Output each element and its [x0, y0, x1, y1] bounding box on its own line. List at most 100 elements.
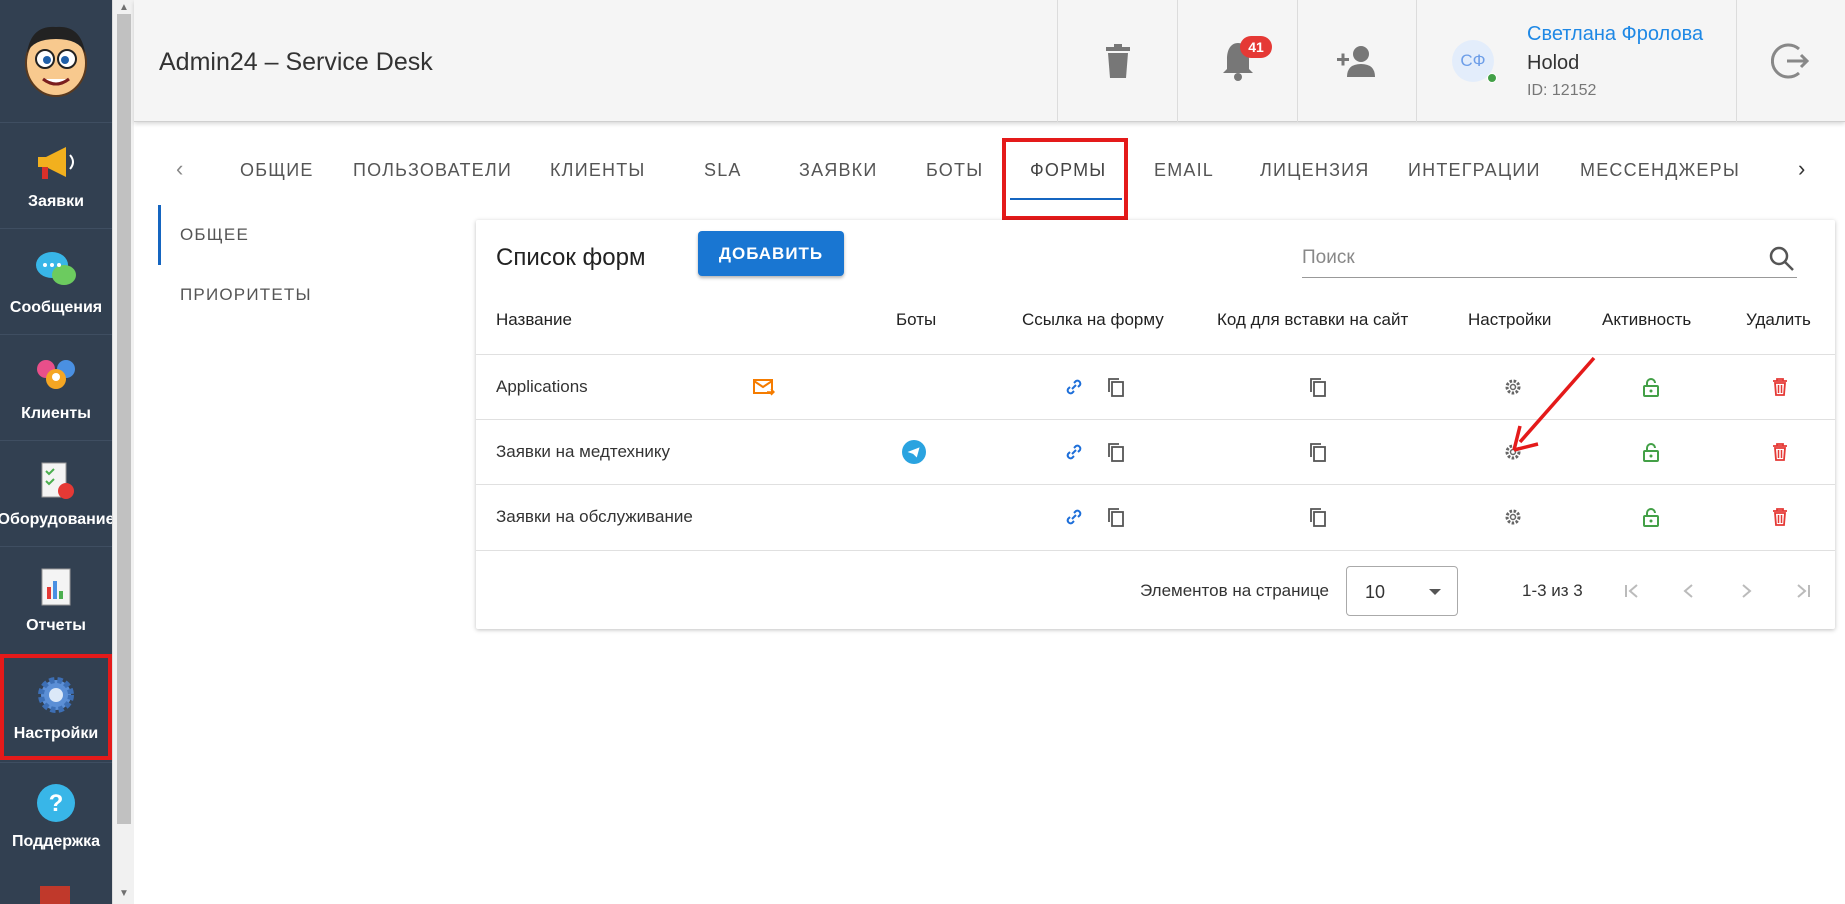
sidebar-item-label: Заявки	[28, 192, 84, 210]
tab-license[interactable]: ЛИЦЕНЗИЯ	[1260, 160, 1369, 181]
logout-button[interactable]	[1736, 0, 1845, 122]
link-icon[interactable]	[1062, 440, 1086, 464]
scroll-up-icon[interactable]: ▲	[117, 2, 131, 14]
tab-users[interactable]: ПОЛЬЗОВАТЕЛИ	[353, 160, 512, 181]
svg-text:?: ?	[49, 790, 64, 817]
gear-icon	[34, 673, 78, 717]
tab-tickets[interactable]: ЗАЯВКИ	[799, 160, 878, 181]
per-page-select[interactable]: 10	[1346, 566, 1458, 616]
sidebar-item-tickets[interactable]: Заявки	[0, 122, 112, 228]
copy-link-icon[interactable]	[1104, 375, 1128, 399]
table-row[interactable]: Заявки на обслуживание	[476, 484, 1835, 549]
sidebar-item-label: Клиенты	[21, 404, 91, 422]
clients-icon	[34, 353, 78, 397]
sidebar-item-reports[interactable]: Отчеты	[0, 546, 112, 652]
table-footer-divider	[476, 550, 1835, 551]
per-page-label: Элементов на странице	[1140, 581, 1330, 600]
next-page-icon[interactable]	[1731, 576, 1761, 606]
copy-link-icon[interactable]	[1104, 505, 1128, 529]
settings-subnav: ОБЩЕЕ ПРИОРИТЕТЫ	[158, 205, 408, 325]
scroll-down-icon[interactable]: ▼	[117, 888, 131, 900]
tab-clients[interactable]: КЛИЕНТЫ	[550, 160, 646, 181]
col-header-activity: Активность	[1602, 310, 1692, 329]
sidebar-item-equipment[interactable]: Оборудование	[0, 440, 115, 546]
tab-bots[interactable]: БОТЫ	[926, 160, 983, 181]
user-id: ID: 12152	[1527, 82, 1597, 99]
highlight-box-forms-tab	[1002, 138, 1128, 220]
copy-link-icon[interactable]	[1104, 440, 1128, 464]
tab-general[interactable]: ОБЩИЕ	[240, 160, 314, 181]
app-title: Admin24 – Service Desk	[159, 48, 433, 76]
col-header-bots: Боты	[896, 310, 937, 329]
last-page-icon[interactable]	[1788, 576, 1818, 606]
megaphone-icon	[34, 141, 78, 185]
trash-icon	[1105, 44, 1130, 78]
help-icon: ?	[34, 781, 78, 825]
link-icon[interactable]	[1062, 505, 1086, 529]
prev-page-icon[interactable]	[1674, 576, 1704, 606]
sidebar-item-support[interactable]: ? Поддержка	[0, 762, 112, 868]
add-user-icon	[1337, 46, 1375, 77]
active-lock-icon[interactable]	[1639, 375, 1663, 399]
delete-icon[interactable]	[1768, 440, 1792, 464]
tabs-scroll-right-icon[interactable]: ›	[1798, 156, 1805, 182]
notification-count-badge: 41	[1240, 36, 1272, 58]
delete-icon[interactable]	[1768, 505, 1792, 529]
subnav-priorities[interactable]: ПРИОРИТЕТЫ	[158, 265, 408, 325]
sidebar-item-more-icon[interactable]	[40, 886, 70, 904]
col-header-settings: Настройки	[1468, 310, 1552, 329]
col-header-form-link: Ссылка на форму	[1022, 310, 1164, 329]
link-icon[interactable]	[1062, 375, 1086, 399]
sidebar: Заявки Сообщения Клиенты Оборудование От…	[0, 0, 115, 904]
per-page-value: 10	[1365, 582, 1386, 602]
trash-button[interactable]	[1057, 0, 1177, 122]
top-header: Admin24 – Service Desk 41 СФ Светлана Фр…	[134, 0, 1845, 122]
table-row[interactable]: Applications	[476, 354, 1835, 419]
first-page-icon[interactable]	[1617, 576, 1647, 606]
search-icon[interactable]	[1769, 246, 1795, 272]
forms-card: Список форм ДОБАВИТЬ Название Боты Ссылк…	[476, 220, 1835, 629]
copy-embed-code-icon[interactable]	[1306, 440, 1330, 464]
tab-integrations[interactable]: ИНТЕГРАЦИИ	[1408, 160, 1541, 181]
search-field	[1302, 242, 1797, 278]
search-input[interactable]	[1302, 242, 1752, 274]
tab-messengers[interactable]: МЕССЕНДЖЕРЫ	[1580, 160, 1740, 181]
scrollbar-thumb[interactable]	[117, 14, 131, 824]
add-form-button[interactable]: ДОБАВИТЬ	[698, 231, 844, 276]
logout-icon	[1771, 43, 1810, 79]
user-profile[interactable]: СФ Светлана Фролова Holod ID: 12152	[1416, 0, 1736, 122]
email-bot-icon	[752, 375, 776, 399]
sidebar-item-label: Отчеты	[26, 616, 86, 634]
tab-sla[interactable]: SLA	[704, 160, 742, 181]
sidebar-item-messages[interactable]: Сообщения	[0, 228, 112, 334]
reports-icon	[34, 565, 78, 609]
active-lock-icon[interactable]	[1639, 440, 1663, 464]
active-lock-icon[interactable]	[1639, 505, 1663, 529]
delete-icon[interactable]	[1768, 375, 1792, 399]
sidebar-scrollbar[interactable]: ▲ ▼	[112, 0, 134, 904]
app-logo[interactable]	[10, 10, 102, 110]
add-user-button[interactable]	[1297, 0, 1416, 122]
sidebar-item-settings[interactable]: Настройки	[0, 654, 112, 760]
col-header-name: Название	[496, 310, 572, 329]
col-header-delete: Удалить	[1746, 310, 1811, 329]
dropdown-caret-icon	[1429, 589, 1441, 595]
sidebar-item-clients[interactable]: Клиенты	[0, 334, 112, 440]
subnav-general[interactable]: ОБЩЕЕ	[158, 205, 408, 265]
sidebar-item-label: Оборудование	[0, 510, 115, 528]
table-row[interactable]: Заявки на медтехнику	[476, 419, 1835, 484]
forms-list-title: Список форм	[496, 244, 646, 271]
tab-email[interactable]: EMAIL	[1154, 160, 1214, 181]
telegram-bot-icon	[902, 440, 926, 464]
form-name: Заявки на медтехнику	[496, 442, 671, 461]
tabs-scroll-left-icon[interactable]: ‹	[176, 156, 183, 182]
copy-embed-code-icon[interactable]	[1306, 375, 1330, 399]
user-name[interactable]: Светлана Фролова	[1527, 23, 1703, 46]
notifications-button[interactable]: 41	[1177, 0, 1297, 122]
form-name: Applications	[496, 377, 588, 396]
user-organization: Holod	[1527, 52, 1580, 74]
form-settings-gear-icon[interactable]	[1501, 505, 1525, 529]
copy-embed-code-icon[interactable]	[1306, 505, 1330, 529]
sidebar-item-label: Поддержка	[11, 832, 101, 850]
settings-tabs: ‹ ОБЩИЕ ПОЛЬЗОВАТЕЛИ КЛИЕНТЫ SLA ЗАЯВКИ …	[134, 138, 1845, 220]
